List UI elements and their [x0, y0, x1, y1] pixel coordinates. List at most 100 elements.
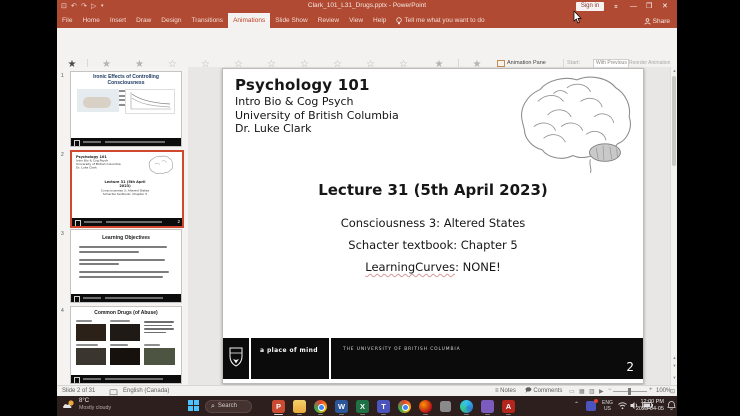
language-status[interactable]: English (Canada) [123, 388, 169, 395]
slide-footer-bar: a place of mind THE UNIVERSITY OF BRITIS… [223, 338, 643, 379]
weather-widget[interactable]: 8°C Mostly cloudy [62, 398, 111, 411]
share-button[interactable]: Share [644, 15, 670, 28]
slide-course-line[interactable]: University of British Columbia [235, 109, 399, 122]
tab-draw[interactable]: Draw [131, 13, 156, 28]
excel-icon[interactable]: X [356, 399, 369, 413]
browser-icon[interactable] [398, 399, 411, 413]
tab-design[interactable]: Design [156, 13, 186, 28]
slide-body-line[interactable]: Schacter textbook: Chapter 5 [223, 238, 643, 252]
lightbulb-icon [396, 16, 403, 24]
slide-body-line[interactable]: Consciousness 3: Altered States [223, 216, 643, 230]
slide-thumbnail-3[interactable]: Learning Objectives [70, 229, 182, 303]
chrome-icon[interactable] [314, 399, 327, 413]
slideshow-view-icon[interactable]: ▶ [599, 388, 604, 395]
tab-home[interactable]: Home [77, 13, 104, 28]
lecture-title[interactable]: Lecture 31 (5th April 2023) [223, 181, 643, 199]
notification-bell-icon[interactable] [667, 401, 676, 411]
comments-button[interactable]: 🗩 Comments [525, 388, 562, 395]
sign-in-button[interactable]: Sign in [576, 2, 604, 11]
purple-app-icon[interactable] [481, 399, 494, 413]
slide-thumbnail-4[interactable]: Common Drugs (of Abuse) [70, 306, 182, 384]
footer-tagline-box: a place of mind [251, 338, 329, 379]
maximize-icon[interactable]: ❐ [646, 1, 652, 12]
teams-tray-icon[interactable] [586, 399, 598, 411]
thumb-number: 1 [61, 73, 64, 79]
next-slide-icon[interactable]: ▼ [671, 363, 677, 369]
slide-course-line[interactable]: Intro Bio & Cog Psych [235, 95, 354, 108]
start-label: Start: [567, 60, 581, 66]
thumb-footer [71, 375, 181, 383]
powerpoint-icon[interactable]: P [272, 399, 285, 413]
tab-review[interactable]: Review [313, 13, 344, 28]
app-icon[interactable] [440, 401, 451, 412]
acrobat-icon[interactable]: A [502, 399, 515, 413]
title-bar: ⊡ ↶ ↷ ▷ ▾ Clark_101_L31_Drugs.pptx - Pow… [57, 0, 677, 13]
zoom-slider-thumb[interactable] [628, 388, 631, 395]
word-icon[interactable]: W [335, 399, 348, 413]
normal-view-icon[interactable]: ▭ [569, 388, 575, 395]
weather-desc: Mostly cloudy [79, 405, 112, 411]
slide-thumbnail-2[interactable]: Psychology 101 Intro Bio & Cog Psych Uni… [70, 150, 184, 228]
animation-pane-button[interactable]: Animation Pane [497, 59, 567, 67]
animation-pane-icon [497, 59, 505, 67]
scroll-down-icon[interactable]: ▼ [671, 375, 677, 381]
share-person-icon [644, 18, 651, 25]
search-icon: ⌕ [211, 402, 215, 410]
tab-transitions[interactable]: Transitions [187, 13, 229, 28]
teams-icon[interactable]: T [377, 399, 390, 413]
spellcheck-book-icon[interactable] [109, 388, 118, 396]
wifi-icon[interactable] [617, 401, 628, 410]
tab-slideshow[interactable]: Slide Show [270, 13, 313, 28]
close-icon[interactable]: ✕ [662, 1, 668, 12]
tell-me-box[interactable]: Tell me what you want to do [391, 13, 489, 28]
mouse-cursor [573, 11, 582, 24]
scroll-up-icon[interactable]: ▲ [671, 68, 677, 74]
thumb4-title: Common Drugs (of Abuse) [94, 310, 158, 316]
slide-canvas[interactable]: Psychology 101 Intro Bio & Cog Psych Uni… [222, 68, 644, 384]
tab-view[interactable]: View [344, 13, 368, 28]
brain-sketch-image[interactable] [509, 72, 635, 174]
cloud-icon [63, 400, 74, 408]
slide-position: Slide 2 of 31 [62, 388, 96, 394]
edge-icon[interactable] [460, 399, 473, 413]
firefox-icon[interactable] [419, 399, 432, 413]
ribbon: ★ Preview ▼ Preview ★None ★Appear ☆Fade … [57, 28, 677, 92]
taskbar: 8°C Mostly cloudy ⌕ Search P W X T A ⌃ E… [57, 396, 677, 416]
ribbon-tab-bar: File Home Insert Draw Design Transitions… [57, 13, 677, 28]
tab-insert[interactable]: Insert [105, 13, 131, 28]
thumb1-photo [77, 89, 119, 112]
minimize-icon[interactable]: — [630, 1, 637, 12]
language-indicator[interactable]: ENG US [602, 400, 613, 412]
thumb-footer: 2 [72, 218, 182, 226]
ubc-logo-box [223, 338, 249, 379]
slide-thumbnail-1[interactable]: Ironic Effects of Controlling Consciousn… [70, 71, 182, 147]
reorder-animation-label: Reorder Animation [629, 60, 671, 66]
thumb-number: 2 [61, 152, 64, 158]
thumb2-brain-sketch [148, 155, 173, 174]
search-box[interactable]: ⌕ Search [205, 399, 252, 413]
slide-body-line[interactable]: LearningCurves: NONE! [223, 260, 643, 274]
zoom-out-icon[interactable]: − [608, 387, 612, 393]
thumb-footer [71, 294, 181, 302]
clock[interactable]: 12:00 PM 2023-04-05 [636, 399, 664, 413]
zoom-in-icon[interactable]: + [649, 387, 653, 393]
tab-file[interactable]: File [57, 13, 77, 28]
start-button[interactable] [188, 400, 199, 411]
vertical-scrollbar[interactable]: ▲ ▲ ▼ ▼ [670, 67, 677, 385]
slide-sorter-icon[interactable]: ▦ [579, 388, 585, 395]
thumb-footer [71, 138, 181, 146]
slide-course-line[interactable]: Dr. Luke Clark [235, 122, 312, 135]
notes-button[interactable]: ≡ Notes [495, 388, 516, 395]
tray-overflow-chevron[interactable]: ⌃ [574, 401, 579, 408]
ribbon-display-options-icon[interactable]: ⌅ [613, 1, 619, 12]
thumb-number: 4 [61, 308, 64, 314]
tab-help[interactable]: Help [368, 13, 391, 28]
scrollbar-thumb[interactable] [672, 76, 676, 166]
file-explorer-icon[interactable] [293, 399, 306, 413]
tab-animations[interactable]: Animations [228, 13, 271, 28]
previous-slide-icon[interactable]: ▲ [671, 355, 677, 361]
slide-course-title[interactable]: Psychology 101 [235, 76, 370, 94]
fit-to-window-icon[interactable]: ⊡ [670, 388, 675, 395]
slide-thumbnail-panel: 1 Ironic Effects of Controlling Consciou… [57, 67, 188, 385]
reading-view-icon[interactable]: ▥ [589, 388, 595, 395]
